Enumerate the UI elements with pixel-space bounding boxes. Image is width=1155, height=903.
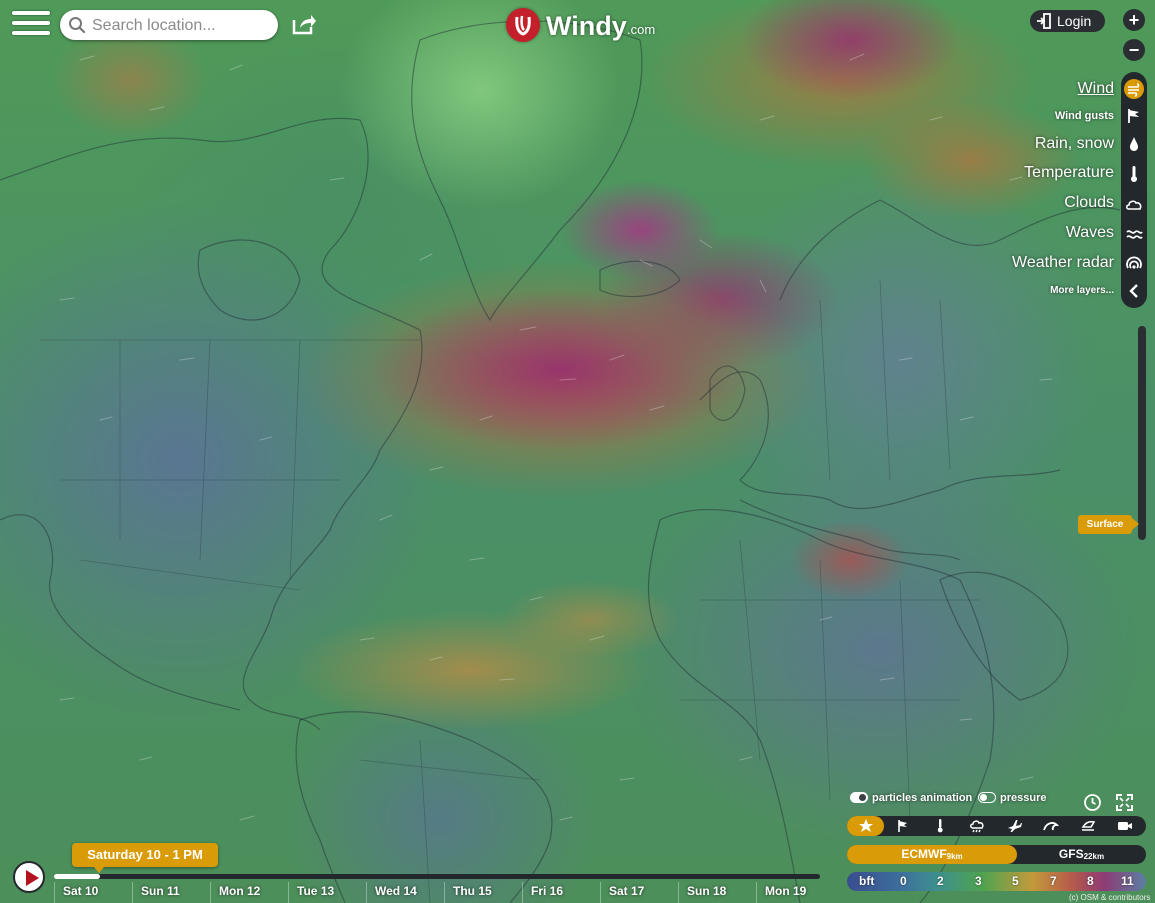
altitude-slider[interactable] <box>1138 326 1146 540</box>
altitude-handle[interactable]: Surface <box>1078 515 1139 534</box>
share-icon <box>291 15 317 40</box>
share-button[interactable] <box>291 12 317 41</box>
map-coastlines <box>0 20 1121 903</box>
model-ecmwf[interactable]: ECMWF9km <box>847 845 1017 864</box>
layer-wind[interactable]: Wind <box>1078 80 1114 98</box>
day-label[interactable]: Sun 11 <box>132 882 210 903</box>
logo-domain: .com <box>627 22 656 37</box>
layer-waves[interactable]: Waves <box>1066 224 1114 242</box>
wave-icon[interactable] <box>1032 816 1069 836</box>
menu-bar <box>12 11 50 15</box>
zoom-out-button[interactable]: − <box>1123 39 1145 61</box>
current-time-bubble[interactable]: Saturday 10 - 1 PM <box>72 843 218 873</box>
weather-map[interactable] <box>0 0 1155 903</box>
logo-word: Windy <box>546 11 627 41</box>
legend-value: 11 <box>1121 874 1134 888</box>
particles-label: particles animation <box>872 792 973 804</box>
model-selector: ECMWF9km GFS22km <box>847 845 1146 864</box>
kite-icon[interactable] <box>1069 816 1106 836</box>
cloud-icon[interactable] <box>1124 194 1144 214</box>
login-icon <box>1036 13 1052 32</box>
wind-legend[interactable]: bft 0 2 3 5 7 8 11 <box>847 872 1146 891</box>
timeline-progress <box>54 874 100 879</box>
timeline-track[interactable] <box>54 874 820 879</box>
model-resolution: 9km <box>946 852 963 861</box>
day-label[interactable]: Mon 12 <box>210 882 288 903</box>
day-label[interactable]: Sun 18 <box>678 882 756 903</box>
wind-icon[interactable] <box>1124 79 1144 99</box>
search-box[interactable] <box>60 10 278 40</box>
legend-unit: bft <box>859 874 875 888</box>
search-icon <box>68 16 86 39</box>
legend-value: 7 <box>1050 874 1057 888</box>
legend-value: 3 <box>975 874 982 888</box>
drop-icon[interactable] <box>1124 134 1144 154</box>
legend-value: 5 <box>1012 874 1019 888</box>
day-label[interactable]: Fri 16 <box>522 882 600 903</box>
picker-bar <box>847 816 1146 836</box>
flag-icon[interactable] <box>884 816 921 836</box>
layer-wind-gusts[interactable]: Wind gusts <box>1055 110 1114 122</box>
login-label: Login <box>1057 13 1092 29</box>
thermometer-icon[interactable] <box>1124 164 1144 184</box>
model-resolution: 22km <box>1083 852 1105 861</box>
chevron-left-icon[interactable] <box>1124 281 1144 301</box>
menu-bar <box>12 21 50 25</box>
day-label[interactable]: Sat 17 <box>600 882 678 903</box>
logo-mark-icon <box>506 8 540 42</box>
clock-icon[interactable] <box>1083 793 1102 817</box>
plane-icon[interactable] <box>995 816 1032 836</box>
star-icon[interactable] <box>847 816 884 836</box>
pressure-label: pressure <box>1000 792 1047 804</box>
layer-weather-radar[interactable]: Weather radar <box>1012 254 1114 272</box>
radar-icon[interactable] <box>1124 254 1144 274</box>
legend-value: 0 <box>900 874 907 888</box>
day-label[interactable]: Mon 19 <box>756 882 834 903</box>
day-label[interactable]: Tue 13 <box>288 882 366 903</box>
login-button[interactable]: Login <box>1030 10 1105 32</box>
toggle-switch <box>850 791 868 803</box>
zoom-in-button[interactable]: + <box>1123 9 1145 31</box>
day-label[interactable]: Wed 14 <box>366 882 444 903</box>
fullscreen-icon[interactable] <box>1115 793 1134 817</box>
camera-icon[interactable] <box>1106 816 1143 836</box>
timeline-days: Sat 10 Sun 11 Mon 12 Tue 13 Wed 14 Thu 1… <box>54 882 838 903</box>
search-input[interactable] <box>90 14 274 38</box>
particles-toggle[interactable]: particles animation <box>850 791 973 804</box>
rain-cloud-icon[interactable] <box>958 816 995 836</box>
layer-temperature[interactable]: Temperature <box>1024 164 1114 182</box>
menu-bar <box>12 31 50 35</box>
model-gfs[interactable]: GFS22km <box>1017 845 1146 864</box>
day-label[interactable]: Sat 10 <box>54 882 132 903</box>
layer-rain-snow[interactable]: Rain, snow <box>1035 135 1114 153</box>
menu-button[interactable] <box>12 11 50 41</box>
legend-value: 2 <box>937 874 944 888</box>
day-label[interactable]: Thu 15 <box>444 882 522 903</box>
legend-value: 8 <box>1087 874 1094 888</box>
waves-icon[interactable] <box>1124 224 1144 244</box>
model-name: ECMWF <box>901 847 947 861</box>
minus-icon: − <box>1128 40 1140 60</box>
model-name: GFS <box>1058 847 1084 861</box>
map-credits[interactable]: (c) OSM & contributors <box>1069 893 1150 902</box>
layer-clouds[interactable]: Clouds <box>1064 194 1114 212</box>
toggle-switch <box>978 791 996 803</box>
play-button[interactable] <box>13 861 45 893</box>
more-layers-link[interactable]: More layers... <box>1050 285 1114 296</box>
pressure-toggle[interactable]: pressure <box>978 791 1047 804</box>
flag-icon[interactable] <box>1124 106 1144 126</box>
plus-icon: + <box>1128 10 1140 30</box>
thermometer-icon[interactable] <box>921 816 958 836</box>
